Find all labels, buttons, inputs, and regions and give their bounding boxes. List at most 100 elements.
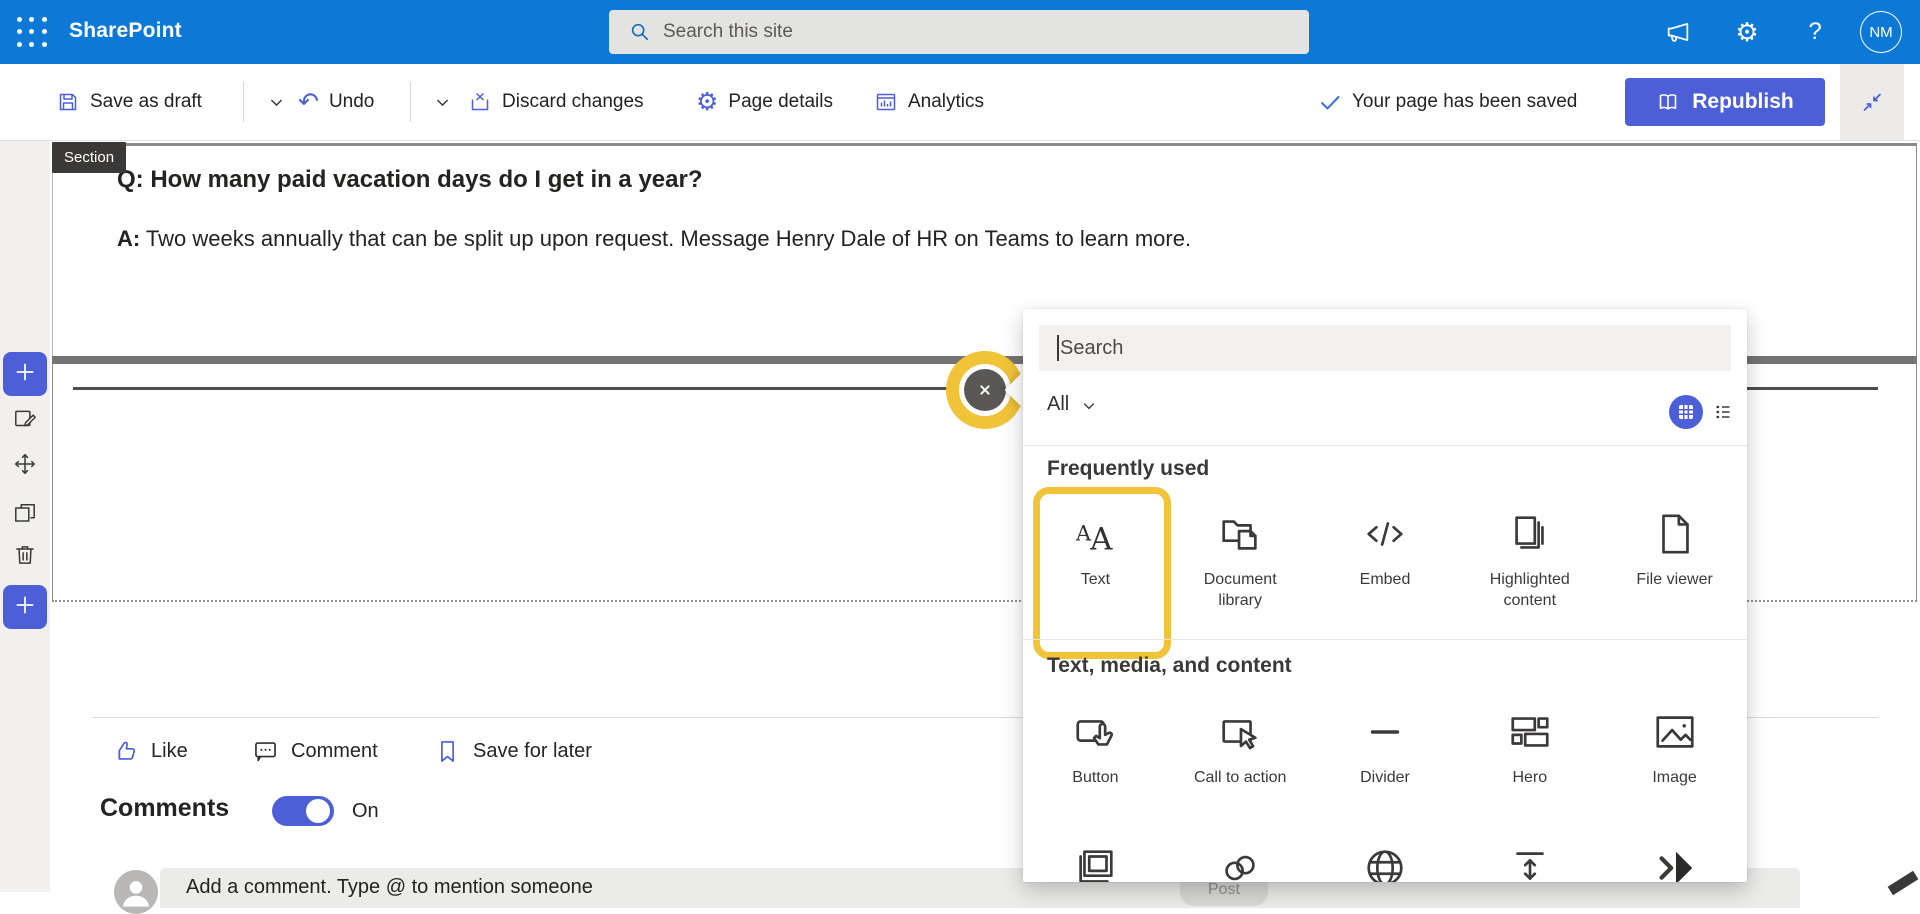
webpart-label: Call to action [1193,769,1287,786]
image-gallery-icon [1072,845,1118,882]
web-part-picker-panel: All Frequently used AA Text Document libra… [1023,309,1747,882]
page-details-label: Page details [728,91,833,112]
page-details-button[interactable]: ⚙ Page details [696,64,833,140]
hero-icon [1507,709,1553,755]
filter-label: All [1047,393,1070,415]
webpart-text[interactable]: A A Text [1023,487,1171,659]
analytics-label: Analytics [908,91,985,112]
republish-label: Republish [1692,90,1794,113]
comment-button[interactable]: Comment [252,738,378,765]
app-name[interactable]: SharePoint [69,19,182,43]
divider [1023,639,1747,640]
group-title-frequently-used: Frequently used [1047,457,1210,480]
divider-icon [1362,709,1408,755]
edit-section-button[interactable] [3,399,47,443]
webpart-image-gallery[interactable] [1023,833,1168,882]
trash-icon [12,542,38,573]
avatar[interactable]: NM [1860,11,1902,53]
undo-button[interactable]: ↶ Undo [298,64,374,140]
webpart-highlighted-content[interactable]: Highlighted content [1457,499,1602,611]
webpart-image[interactable]: Image [1602,697,1747,788]
close-web-part-picker-button[interactable] [964,369,1006,411]
add-section-button-bottom[interactable] [3,585,47,629]
bookmark-icon [441,741,454,762]
frequently-used-tiles: A A Text Document library Embed Highlighted c… [1023,487,1747,659]
save-options-chevron-icon[interactable] [268,94,285,111]
copy-icon [12,501,38,532]
discard-icon [471,92,489,111]
webpart-quick-links[interactable] [1602,833,1747,882]
webpart-label: Embed [1359,571,1411,588]
webpart-hero[interactable]: Hero [1457,697,1602,788]
svg-text:A: A [1090,522,1114,557]
undo-icon: ↶ [298,88,319,116]
discard-changes-button[interactable]: Discard changes [468,64,644,140]
divider [410,82,411,122]
republish-button[interactable]: Republish [1625,78,1825,126]
grid-view-icon [1679,405,1693,419]
answer-text[interactable]: A: Two weeks annually that can be split … [117,226,1191,252]
webpart-spacer[interactable] [1457,833,1602,882]
webpart-button[interactable]: Button [1023,697,1168,788]
collapse-command-bar-button[interactable] [1840,64,1904,140]
undo-options-chevron-icon[interactable] [434,94,451,111]
command-bar: Save as draft ↶ Undo Discard changes ⚙ P… [0,64,1920,141]
world-icon [1362,845,1408,882]
gear-icon[interactable]: ⚙ [1733,18,1761,46]
divider [1023,445,1747,446]
move-section-button[interactable] [3,444,47,488]
section-toolbar [0,141,50,892]
webpart-embed[interactable]: Embed [1313,499,1458,611]
quick-links-icon [1652,845,1698,882]
search-icon [631,23,649,41]
book-icon [1659,94,1677,110]
webpart-divider[interactable]: Divider [1313,697,1458,788]
plus-icon [12,592,38,623]
webpart-document-library[interactable]: Document library [1168,499,1313,611]
chevron-down-icon [1083,403,1095,410]
webpart-file-viewer[interactable]: File viewer [1602,499,1747,611]
web-part-search-input[interactable] [1039,325,1731,371]
duplicate-section-button[interactable] [3,494,47,538]
help-icon[interactable]: ? [1801,18,1829,46]
plus-icon [12,359,38,390]
list-view-button[interactable] [1713,402,1733,422]
group-title-text-media-content: Text, media, and content [1047,654,1292,677]
divider [243,82,244,122]
waffle-icon[interactable] [13,13,51,51]
search-input[interactable] [663,21,1263,43]
text-media-content-tiles: Button Call to action Divider Hero Image [1023,697,1747,788]
embed-icon [1362,511,1408,557]
webpart-label: Highlighted content [1489,571,1570,609]
web-part-search-box[interactable] [1039,325,1731,371]
question-text[interactable]: Q: How many paid vacation days do I get … [117,166,703,194]
webpart-label: Image [1652,769,1697,786]
grid-view-button[interactable] [1669,395,1703,429]
add-web-part-button-top[interactable] [3,352,47,396]
link-icon [1217,845,1263,882]
spacer-icon [1507,845,1553,882]
filter-dropdown[interactable]: All [1047,393,1097,416]
list-view-icon [1716,405,1730,419]
analytics-button[interactable]: Analytics [874,64,984,140]
megaphone-icon[interactable] [1664,18,1692,46]
analytics-icon [876,93,896,111]
suite-search-box[interactable] [609,10,1309,54]
webpart-label: Text [1080,571,1111,588]
webpart-label: File viewer [1636,571,1713,588]
webpart-world[interactable] [1313,833,1458,882]
comment-avatar [114,870,158,914]
close-icon [980,385,990,395]
save-as-draft-button[interactable]: Save as draft [56,64,202,140]
discard-changes-label: Discard changes [502,91,644,112]
call-to-action-icon [1217,709,1263,755]
save-for-later-button[interactable]: Save for later [434,738,592,765]
delete-section-button[interactable] [3,535,47,579]
comments-toggle[interactable] [272,796,334,826]
webpart-link[interactable] [1168,833,1313,882]
edit-icon [12,406,38,437]
webpart-call-to-action[interactable]: Call to action [1168,697,1313,788]
comment-bubble-icon [255,742,276,762]
saved-status-label: Your page has been saved [1352,91,1578,112]
like-button[interactable]: Like [112,738,188,765]
